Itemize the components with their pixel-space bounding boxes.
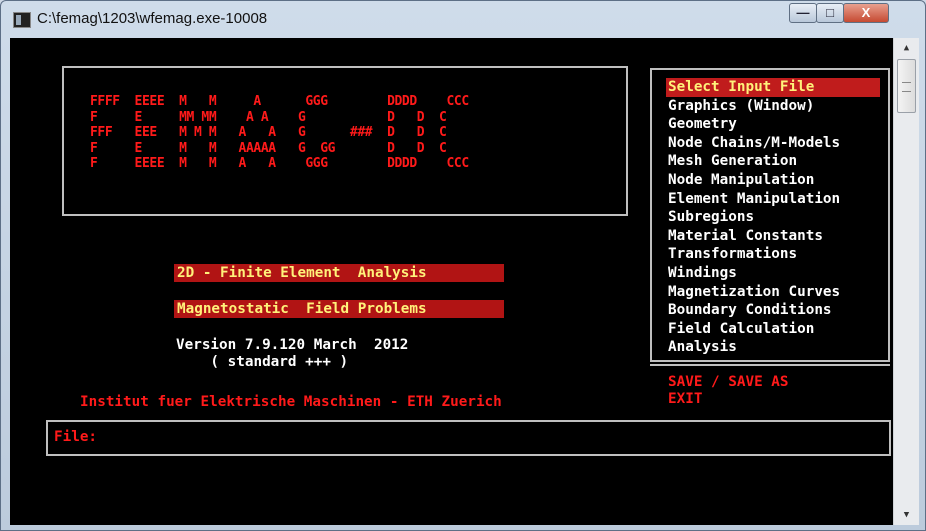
menu-item-mesh-generation[interactable]: Mesh Generation xyxy=(666,152,880,171)
menu-item-analysis[interactable]: Analysis xyxy=(666,338,880,357)
menu-item-windings[interactable]: Windings xyxy=(666,264,880,283)
scroll-thumb[interactable] xyxy=(897,59,916,113)
logo-line: F EEEE M M A A GGG DDDD CCC xyxy=(90,156,469,171)
menu-item-select-input-file[interactable]: Select Input File xyxy=(666,78,880,97)
menu-item-geometry[interactable]: Geometry xyxy=(666,115,880,134)
menu-item-node-chains[interactable]: Node Chains/M-Models xyxy=(666,134,880,153)
version-edition: ( standard +++ ) xyxy=(176,354,349,370)
femag-dc-logo: FFFF EEEE M M A GGG DDDD CCC F E MM MM A… xyxy=(90,94,469,172)
file-input-frame[interactable] xyxy=(46,420,891,456)
institute-credit: Institut fuer Elektrische Maschinen - ET… xyxy=(80,394,502,410)
menu-item-graphics[interactable]: Graphics (Window) xyxy=(666,97,880,116)
console-app-icon[interactable] xyxy=(13,12,31,28)
menu-item-magnetization-curves[interactable]: Magnetization Curves xyxy=(666,283,880,302)
maximize-icon: □ xyxy=(826,5,834,20)
window-title: C:\femag\1203\wfemag.exe-10008 xyxy=(37,10,268,27)
maximize-button[interactable]: □ xyxy=(816,3,844,23)
logo-line: F E MM MM A A G D D C xyxy=(90,109,447,125)
scroll-down-arrow-icon[interactable]: ▼ xyxy=(894,505,919,525)
minimize-icon: — xyxy=(796,5,810,20)
main-menu: Select Input File Graphics (Window) Geom… xyxy=(666,78,880,357)
fea-heading: 2D - Finite Element Analysis xyxy=(174,264,504,282)
menu-item-save-as[interactable]: SAVE / SAVE AS xyxy=(666,374,789,391)
menu-item-material-constants[interactable]: Material Constants xyxy=(666,227,880,246)
app-window: C:\femag\1203\wfemag.exe-10008 — □ X FFF… xyxy=(0,0,926,531)
close-icon: X xyxy=(861,5,871,20)
magnetostatic-heading: Magnetostatic Field Problems xyxy=(174,300,504,318)
version-info: Version 7.9.120 March 2012 ( standard ++… xyxy=(176,337,408,371)
file-prompt-label: File: xyxy=(54,429,98,445)
menu-item-boundary-conditions[interactable]: Boundary Conditions xyxy=(666,301,880,320)
version-line: Version 7.9.120 March 2012 xyxy=(176,337,409,353)
logo-line: FFF EEE M M M A A G ### D D C xyxy=(90,125,447,140)
menu-item-node-manipulation[interactable]: Node Manipulation xyxy=(666,171,880,190)
menu-item-field-calculation[interactable]: Field Calculation xyxy=(666,320,880,339)
console-area[interactable]: FFFF EEEE M M A GGG DDDD CCC F E MM MM A… xyxy=(10,38,893,525)
menu-item-transformations[interactable]: Transformations xyxy=(666,245,880,264)
menu-item-subregions[interactable]: Subregions xyxy=(666,208,880,227)
logo-line: F E M M AAAAA G GG D D C xyxy=(90,140,447,156)
vertical-scrollbar[interactable]: ▲ ▼ xyxy=(893,38,919,525)
close-button[interactable]: X xyxy=(843,3,889,23)
menu-item-exit[interactable]: EXIT xyxy=(666,391,789,408)
logo-line: FFFF EEEE M M A GGG DDDD CCC xyxy=(90,94,469,109)
file-actions-menu: SAVE / SAVE AS EXIT xyxy=(666,374,789,408)
scroll-up-arrow-icon[interactable]: ▲ xyxy=(894,38,919,58)
menu-divider xyxy=(650,364,890,366)
title-bar[interactable]: C:\femag\1203\wfemag.exe-10008 — □ X xyxy=(1,1,926,37)
grip-icon xyxy=(902,82,911,92)
menu-item-element-manipulation[interactable]: Element Manipulation xyxy=(666,190,880,209)
minimize-button[interactable]: — xyxy=(789,3,817,23)
